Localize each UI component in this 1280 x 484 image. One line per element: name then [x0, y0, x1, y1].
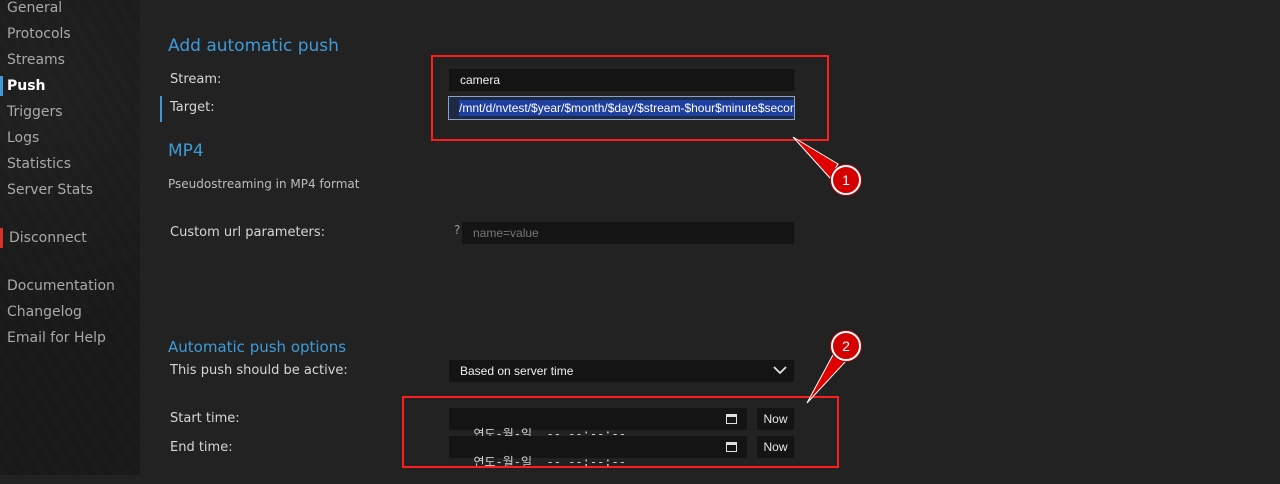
annotation-badge-1: 1 — [831, 165, 861, 195]
arrow-1-icon — [792, 136, 839, 179]
arrow-2-icon — [806, 352, 847, 404]
annotation-arrows — [792, 136, 847, 404]
annotation-badge-2: 2 — [831, 331, 861, 361]
